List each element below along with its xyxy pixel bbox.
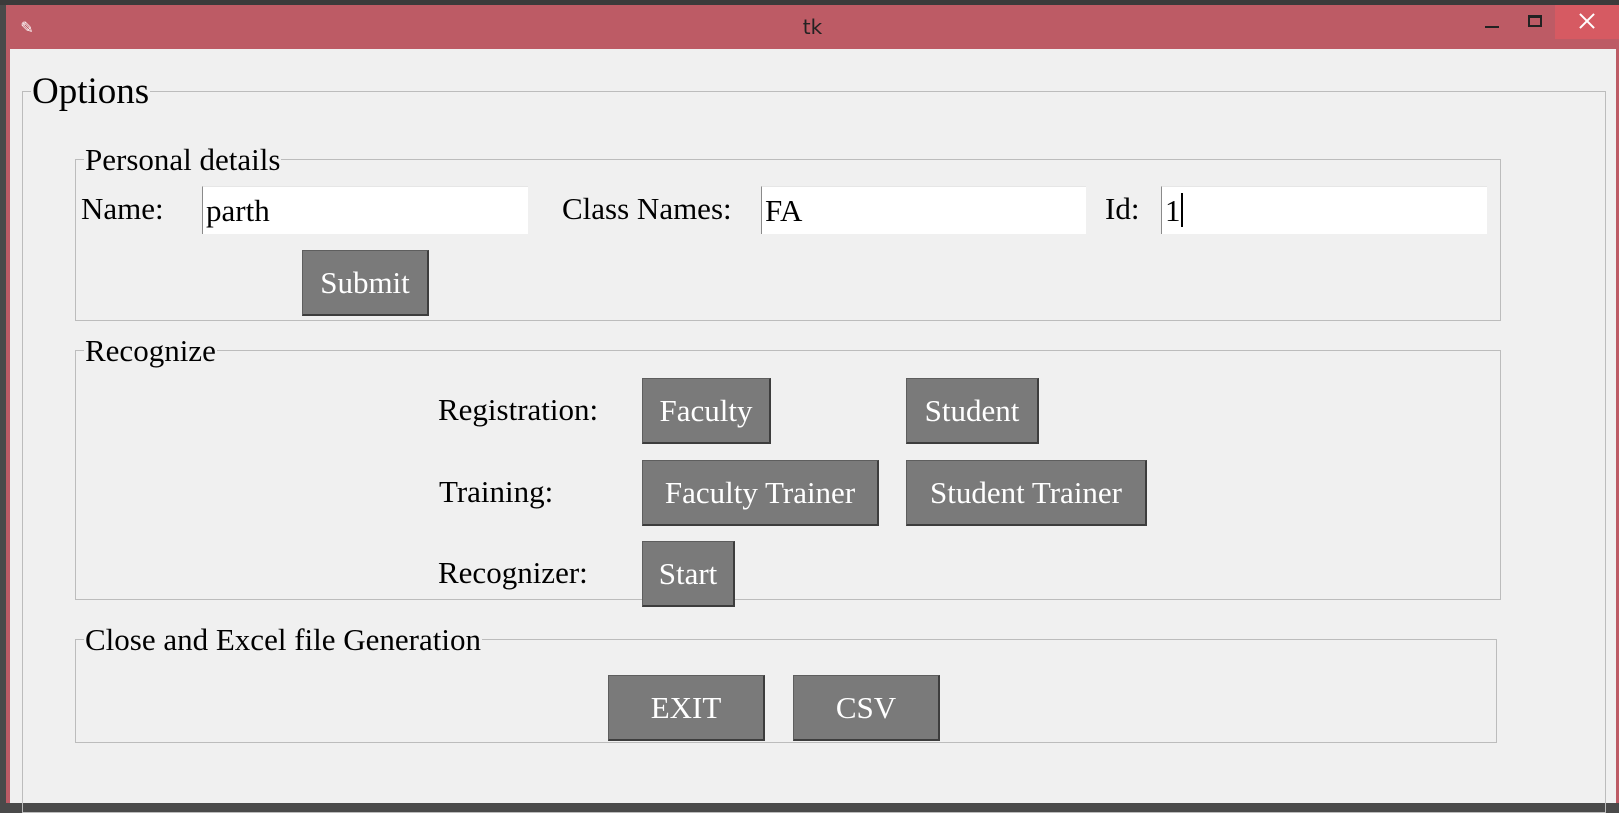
class-names-label: Class Names: [562, 191, 732, 226]
class-names-input[interactable] [761, 186, 1086, 234]
start-button[interactable]: Start [642, 541, 735, 607]
faculty-trainer-button[interactable]: Faculty Trainer [642, 460, 879, 526]
name-label: Name: [81, 191, 164, 226]
close-window-button[interactable] [1555, 5, 1619, 39]
recognizer-label: Recognizer: [438, 555, 588, 590]
options-frame-title: Options [32, 71, 150, 112]
student-button[interactable]: Student [906, 378, 1039, 444]
name-input[interactable] [202, 186, 528, 234]
window-title: tk [802, 15, 823, 39]
training-label: Training: [439, 474, 554, 509]
maximize-button[interactable] [1512, 5, 1558, 39]
text-cursor [1181, 193, 1183, 227]
title-bar[interactable]: ✎ tk [6, 5, 1619, 49]
minimize-button[interactable] [1469, 5, 1515, 39]
registration-label: Registration: [438, 392, 599, 427]
recognize-title: Recognize [85, 333, 216, 368]
app-window: ✎ tk Options Personal details Name: Clas… [6, 5, 1619, 813]
close-excel-title: Close and Excel file Generation [85, 622, 481, 657]
id-label: Id: [1105, 191, 1140, 226]
id-input[interactable] [1161, 186, 1487, 234]
submit-button[interactable]: Submit [302, 250, 429, 316]
personal-details-title: Personal details [85, 142, 281, 177]
close-excel-frame: Close and Excel file Generation EXIT CSV [75, 624, 1497, 743]
csv-button[interactable]: CSV [793, 675, 940, 741]
exit-button[interactable]: EXIT [608, 675, 765, 741]
student-trainer-button[interactable]: Student Trainer [906, 460, 1147, 526]
faculty-button[interactable]: Faculty [642, 378, 771, 444]
window-client-area: Options Personal details Name: Class Nam… [10, 49, 1616, 813]
personal-details-frame: Personal details Name: Class Names: Id: … [75, 144, 1501, 321]
recognize-frame: Recognize Registration: Faculty Student … [75, 333, 1501, 607]
